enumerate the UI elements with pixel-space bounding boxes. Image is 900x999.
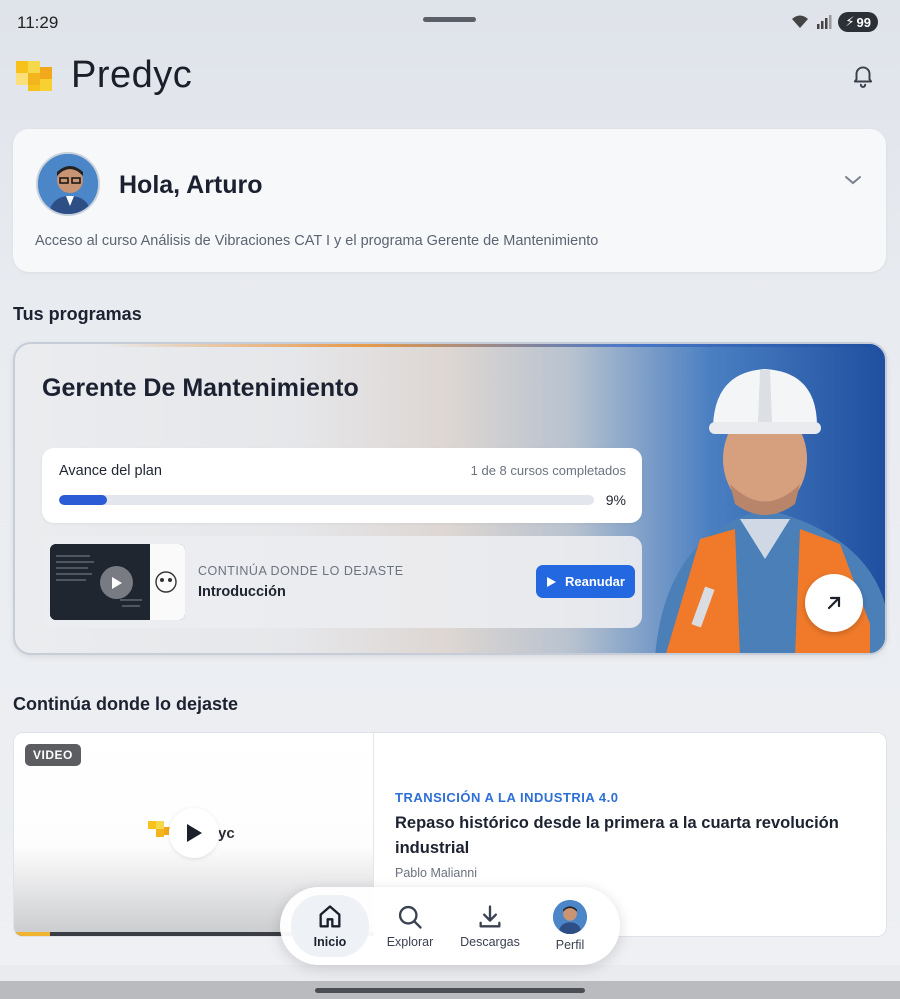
app-header: Predyc	[0, 50, 900, 100]
user-avatar-image	[38, 154, 98, 214]
wifi-icon	[792, 15, 809, 28]
greeting-card[interactable]: Hola, Arturo Acceso al curso Análisis de…	[13, 129, 886, 272]
progress-track	[59, 495, 594, 505]
play-icon	[547, 576, 557, 587]
progress-count: 1 de 8 cursos completados	[470, 463, 626, 478]
battery-level: 99	[856, 14, 871, 30]
greeting-subtitle: Acceso al curso Análisis de Vibraciones …	[35, 233, 599, 249]
continue-section-title: Continúa donde lo dejaste	[13, 694, 239, 714]
avatar	[553, 900, 587, 934]
plan-progress-box: Avance del plan 1 de 8 cursos completado…	[42, 448, 642, 523]
home-icon	[319, 905, 341, 928]
progress-label: Avance del plan	[59, 463, 162, 479]
nav-item-descargas[interactable]: Descargas	[451, 903, 529, 949]
nav-label-perfil: Perfil	[555, 938, 585, 952]
signal-icon	[817, 15, 832, 29]
video-logo-text: yc	[218, 825, 235, 842]
nav-label-descargas: Descargas	[460, 935, 520, 949]
bottom-nav: Inicio Explorar Descargas Perfil	[280, 887, 620, 965]
status-notch-pill	[423, 17, 476, 22]
nav-label-explorar: Explorar	[386, 935, 434, 949]
nav-item-inicio[interactable]: Inicio	[291, 895, 369, 957]
arrow-up-right-icon	[827, 596, 841, 610]
nav-item-perfil[interactable]: Perfil	[531, 900, 609, 952]
programs-section-title: Tus programas	[13, 304, 142, 324]
resume-button-label: Reanudar	[565, 574, 625, 589]
progress-percent: 9%	[605, 492, 626, 508]
home-indicator[interactable]	[315, 988, 585, 993]
avatar[interactable]	[36, 152, 100, 216]
bell-icon[interactable]	[850, 62, 876, 88]
program-card[interactable]: Gerente De Mantenimiento Avance del plan…	[13, 342, 887, 655]
video-progress-fill	[14, 932, 50, 936]
greeting-title: Hola, Arturo	[119, 171, 263, 199]
video-badge: VIDEO	[25, 744, 81, 766]
battery-indicator: ⚡ 99	[838, 12, 878, 32]
download-icon	[479, 905, 501, 928]
program-title: Gerente De Mantenimiento	[42, 374, 359, 402]
search-icon	[398, 905, 422, 929]
status-icons: ⚡ 99	[790, 12, 878, 32]
resume-eyebrow: CONTINÚA DONDE LO DEJASTE	[198, 564, 404, 578]
bolt-icon: ⚡	[845, 14, 855, 29]
chevron-down-icon[interactable]	[844, 174, 862, 186]
play-icon	[187, 824, 202, 842]
resume-lesson-box[interactable]: CONTINÚA DONDE LO DEJASTE Introducción R…	[42, 536, 642, 628]
lesson-thumbnail[interactable]	[50, 544, 185, 620]
app-logo-text[interactable]: Predyc	[71, 54, 192, 97]
play-icon[interactable]	[100, 566, 133, 599]
nav-label-inicio: Inicio	[313, 935, 347, 949]
course-category[interactable]: TRANSICIÓN A LA INDUSTRIA 4.0	[395, 790, 618, 805]
status-bar: 11:29 ⚡ 99	[0, 0, 900, 44]
resume-lesson-title: Introducción	[198, 584, 286, 600]
course-lesson-title[interactable]: Repaso histórico desde la primera a la c…	[395, 811, 855, 861]
play-button[interactable]	[169, 808, 219, 858]
predyc-logo-icon[interactable]	[16, 55, 54, 93]
course-author: Pablo Malianni	[395, 866, 477, 880]
progress-fill	[59, 495, 108, 505]
resume-button[interactable]: Reanudar	[536, 565, 635, 598]
open-program-button[interactable]	[805, 574, 863, 632]
status-time: 11:29	[17, 13, 59, 32]
nav-item-explorar[interactable]: Explorar	[371, 903, 449, 949]
